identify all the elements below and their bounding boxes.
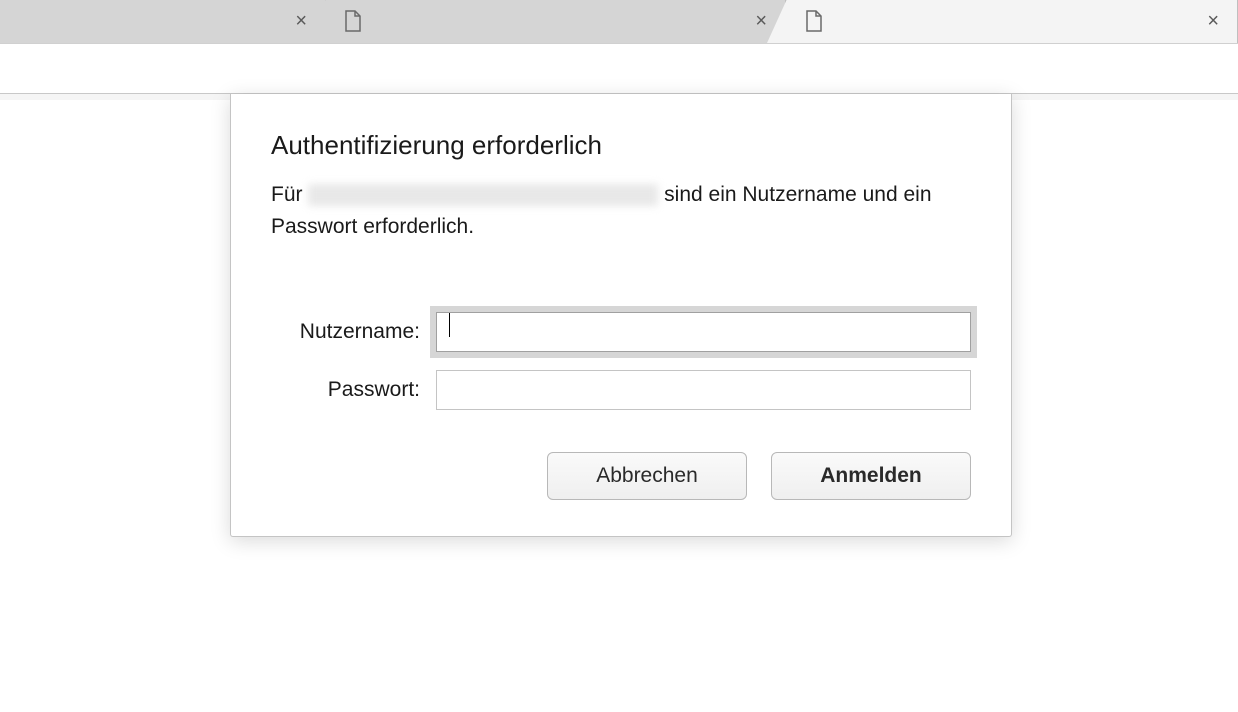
username-input[interactable] bbox=[436, 312, 971, 352]
cancel-button[interactable]: Abbrechen bbox=[547, 452, 747, 500]
username-row: Nutzername: bbox=[271, 312, 971, 352]
submit-button[interactable]: Anmelden bbox=[771, 452, 971, 500]
dialog-message: Für sind ein Nutzername und ein Passwort… bbox=[271, 179, 971, 242]
dialog-message-prefix: Für bbox=[271, 183, 308, 206]
file-icon bbox=[805, 10, 823, 32]
dialog-title: Authentifizierung erforderlich bbox=[271, 130, 971, 161]
page-content: Authentifizierung erforderlich Für sind … bbox=[0, 94, 1238, 712]
password-label: Passwort: bbox=[271, 378, 436, 402]
close-icon[interactable]: × bbox=[1203, 7, 1223, 35]
username-label: Nutzername: bbox=[271, 320, 436, 344]
address-bar-region bbox=[0, 44, 1238, 94]
password-input[interactable] bbox=[436, 370, 971, 410]
browser-tab-bar: × × × bbox=[0, 0, 1238, 44]
password-row: Passwort: bbox=[271, 370, 971, 410]
dialog-button-row: Abbrechen Anmelden bbox=[271, 452, 971, 500]
redacted-url bbox=[308, 184, 658, 206]
text-cursor bbox=[449, 313, 450, 337]
browser-tab-1[interactable]: × bbox=[0, 0, 326, 43]
file-icon bbox=[344, 10, 362, 32]
browser-tab-3-active[interactable]: × bbox=[786, 0, 1238, 43]
browser-tab-2[interactable]: × bbox=[326, 0, 786, 43]
http-auth-dialog: Authentifizierung erforderlich Für sind … bbox=[230, 94, 1012, 537]
